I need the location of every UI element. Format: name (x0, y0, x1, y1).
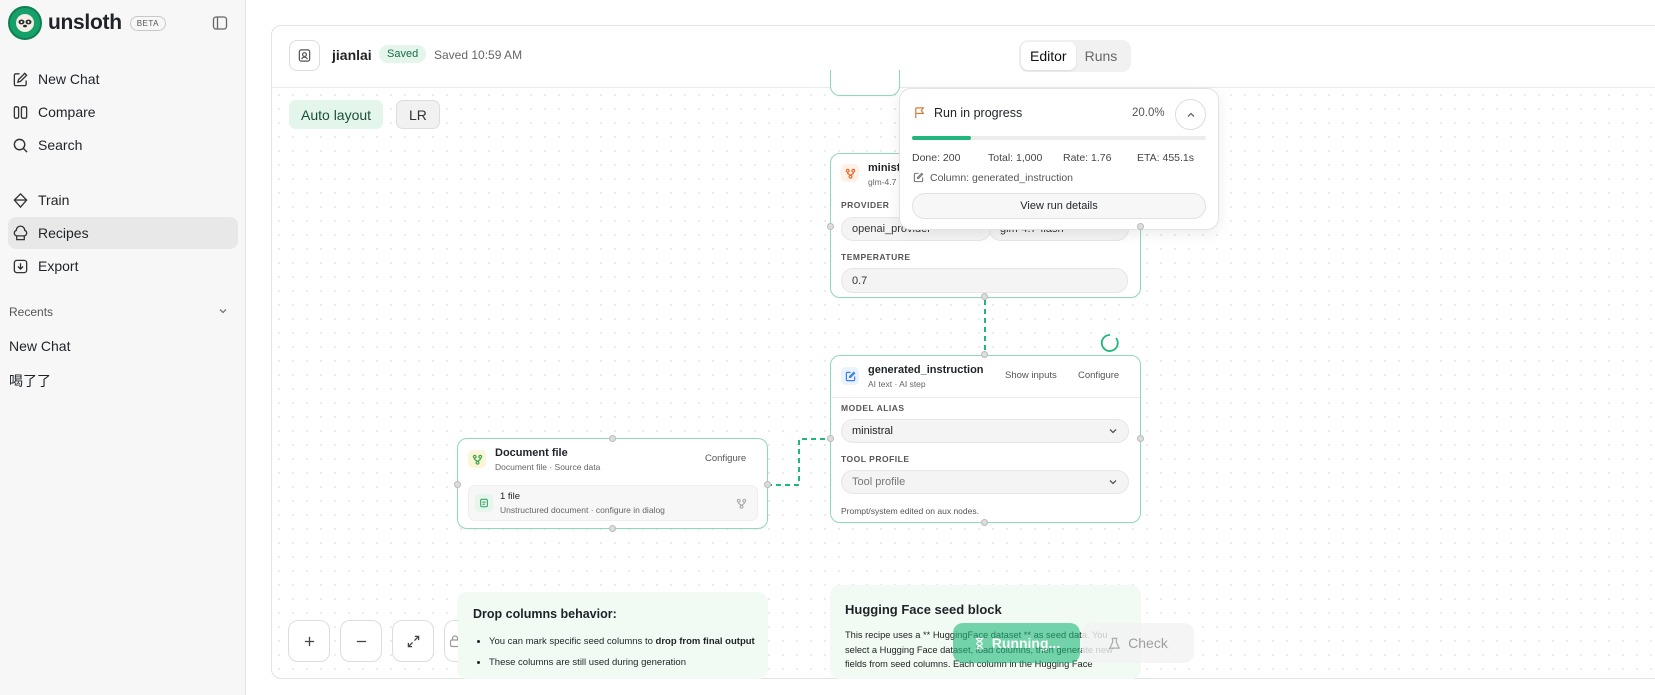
running-label: Running... (991, 635, 1061, 651)
drop-columns-note: Drop columns behavior: You can mark spec… (457, 592, 768, 679)
collapse-popover-button[interactable] (1175, 99, 1206, 130)
model-icon (841, 164, 859, 182)
select-value: ministral (852, 425, 893, 437)
hourglass-icon (975, 637, 983, 649)
ai-edit-icon (841, 367, 859, 385)
run-total: Total: 1,000 (988, 152, 1043, 164)
node-subtitle: AI text · AI step (868, 379, 926, 389)
node-handle[interactable] (1137, 435, 1144, 442)
note-bullet: These columns are still used during gene… (489, 655, 759, 670)
expand-icon (407, 635, 419, 647)
zoom-in-button[interactable] (288, 620, 330, 662)
clipped-node-fragment (830, 70, 900, 96)
minus-icon (356, 640, 366, 642)
zoom-out-button[interactable] (340, 620, 382, 662)
configure-button[interactable]: Configure (705, 453, 746, 464)
temperature-field[interactable]: 0.7 (841, 268, 1128, 293)
beaker-icon (1109, 637, 1121, 649)
run-column: Column: generated_instruction (930, 172, 1074, 184)
file-count: 1 file (500, 491, 521, 502)
node-title: generated_instruction (868, 364, 984, 376)
branch-icon (736, 498, 747, 509)
progress-fill (912, 136, 971, 140)
temperature-label: TEMPERATURE (841, 252, 911, 262)
node-handle[interactable] (454, 481, 461, 488)
edge-layer (767, 300, 1119, 486)
node-handle[interactable] (609, 525, 616, 532)
chevron-up-icon (1187, 112, 1194, 117)
node-handle[interactable] (827, 223, 834, 230)
edge-doc-to-gen (767, 438, 830, 486)
node-footer-note: Prompt/system edited on aux nodes. (841, 506, 979, 516)
fit-view-button[interactable] (392, 620, 434, 662)
source-icon (468, 450, 486, 468)
edit-icon (913, 172, 924, 183)
node-handle[interactable] (1137, 223, 1144, 230)
check-button[interactable]: Check (1082, 623, 1194, 663)
chevron-down-icon (1109, 480, 1117, 485)
file-description: Unstructured document · configure in dia… (500, 505, 665, 515)
generated-instruction-node[interactable]: generated_instruction AI text · AI step … (830, 355, 1141, 523)
run-eta: ETA: 455.1s (1137, 152, 1195, 164)
lock-icon (449, 635, 458, 648)
run-done: Done: 200 (912, 152, 961, 164)
check-label: Check (1128, 635, 1168, 651)
run-percent: 20.0% (1132, 107, 1165, 119)
document-file-node[interactable]: Document file Document file · Source dat… (457, 438, 768, 529)
tool-profile-select[interactable]: Tool profile (841, 470, 1129, 494)
node-handle[interactable] (981, 293, 988, 300)
running-button[interactable]: Running... (953, 623, 1080, 663)
node-handle[interactable] (981, 351, 988, 358)
loading-spinner-icon (1100, 334, 1119, 352)
show-inputs-button[interactable]: Show inputs (1005, 370, 1057, 381)
divider (831, 397, 1140, 398)
node-title: Document file (495, 447, 568, 459)
node-handle[interactable] (764, 481, 771, 488)
model-alias-label: MODEL ALIAS (841, 403, 905, 413)
tool-profile-label: TOOL PROFILE (841, 454, 910, 464)
note-title: Hugging Face seed block (845, 602, 1002, 617)
node-handle[interactable] (827, 435, 834, 442)
node-handle[interactable] (609, 435, 616, 442)
file-icon (475, 494, 493, 512)
configure-button[interactable]: Configure (1078, 370, 1119, 381)
run-title: Run in progress (934, 106, 1023, 120)
chevron-down-icon (1109, 429, 1117, 434)
node-handle[interactable] (981, 519, 988, 526)
provider-label: PROVIDER (841, 200, 890, 210)
run-progress-popover: Run in progress 20.0% Done: 200 Total: 1… (899, 88, 1219, 230)
lock-button[interactable] (444, 620, 458, 662)
node-subtitle: Document file · Source data (495, 462, 601, 472)
node-title: minist (868, 162, 901, 174)
node-subtitle: glm-4.7 (868, 177, 897, 187)
flag-icon (915, 107, 925, 119)
plus-icon (304, 636, 314, 646)
note-title: Drop columns behavior: (473, 607, 617, 621)
view-run-details-button[interactable]: View run details (912, 193, 1206, 219)
progress-track (912, 136, 1206, 140)
file-summary[interactable]: 1 file Unstructured document · configure… (468, 485, 758, 521)
note-bullet: You can mark specific seed columns to dr… (489, 634, 759, 649)
model-alias-select[interactable]: ministral (841, 419, 1129, 443)
run-rate: Rate: 1.76 (1063, 152, 1112, 164)
select-placeholder: Tool profile (852, 476, 906, 488)
